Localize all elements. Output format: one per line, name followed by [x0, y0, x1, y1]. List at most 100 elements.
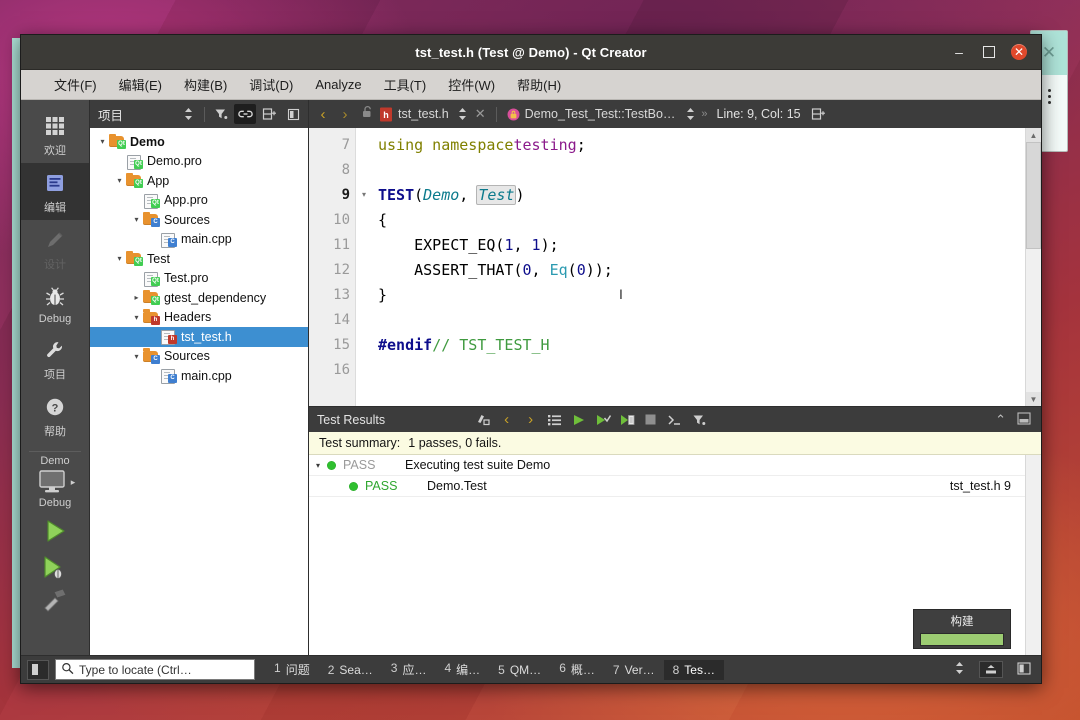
- code-editor[interactable]: 7 8 9 10 11 12 13 14 15 16 ▾ using namespace test…: [309, 128, 1041, 406]
- tree-item-tst-test-h[interactable]: h tst_test.h: [90, 327, 308, 347]
- code-text[interactable]: using namespace testing; TEST(Demo, Test…: [372, 128, 1025, 406]
- search-input[interactable]: Type to locate (Ctrl…: [55, 659, 255, 680]
- editor-filename[interactable]: tst_test.h: [398, 107, 449, 121]
- scroll-up-arrow[interactable]: ▲: [1026, 128, 1041, 142]
- tree-item-main-cpp[interactable]: Cmain.cpp: [90, 230, 308, 250]
- tree-expander-icon[interactable]: ▾: [130, 215, 143, 224]
- mode-help[interactable]: ? 帮助: [21, 387, 89, 444]
- run-selected-icon[interactable]: [593, 411, 612, 429]
- output-pane-tab-7[interactable]: 7 Ver…: [604, 660, 664, 680]
- output-pane-toggle-icon[interactable]: [1017, 661, 1031, 678]
- tree-item-app[interactable]: ▾ Qt App: [90, 171, 308, 191]
- code-line[interactable]: [372, 357, 1025, 382]
- mode-debug[interactable]: Debug: [21, 277, 89, 330]
- close-document-button[interactable]: ✕: [470, 106, 491, 122]
- close-button[interactable]: ✕: [1011, 44, 1027, 60]
- pane-selector-spinner-icon[interactable]: [177, 104, 199, 124]
- maximize-panel-button[interactable]: [1017, 411, 1031, 428]
- unlock-icon[interactable]: [357, 105, 377, 123]
- filter-icon[interactable]: [210, 104, 232, 124]
- tree-item-headers[interactable]: ▾ h Headers: [90, 308, 308, 328]
- mode-edit[interactable]: 编辑: [21, 163, 89, 220]
- menu-window[interactable]: 控件(W): [437, 71, 506, 98]
- tree-item-main-cpp[interactable]: Cmain.cpp: [90, 366, 308, 386]
- sidebar-split-icon[interactable]: [282, 104, 304, 124]
- code-line[interactable]: }: [372, 282, 1025, 307]
- run-button[interactable]: [21, 516, 89, 546]
- collapse-panel-button[interactable]: ⌃: [995, 412, 1006, 428]
- stop-tests-icon[interactable]: [641, 411, 660, 429]
- menu-edit[interactable]: 编辑(E): [108, 71, 173, 98]
- menu-debug[interactable]: 调试(D): [238, 71, 304, 98]
- code-line[interactable]: ASSERT_THAT(0, Eq(0));: [372, 257, 1025, 282]
- code-line[interactable]: using namespace testing;: [372, 132, 1025, 157]
- code-line[interactable]: {: [372, 207, 1025, 232]
- run-all-tests-icon[interactable]: [569, 411, 588, 429]
- previous-result-icon[interactable]: ‹: [497, 411, 516, 429]
- build-button[interactable]: [21, 586, 89, 614]
- kit-selector[interactable]: Demo ▸ Debug: [35, 455, 75, 509]
- code-line[interactable]: EXPECT_EQ(1, 1);: [372, 232, 1025, 257]
- output-pane-tab-3[interactable]: 3 应…: [382, 658, 436, 681]
- run-file-tests-icon[interactable]: [617, 411, 636, 429]
- output-pane-tab-8[interactable]: 8 Tes…: [663, 659, 724, 680]
- minimize-button[interactable]: –: [951, 44, 967, 60]
- project-tree[interactable]: ▾ Qt Demo Qt Demo.pro ▾ Qt App Qt App.pro ▾ C Source…: [90, 128, 308, 655]
- split-editor-icon[interactable]: [807, 104, 829, 124]
- menu-file[interactable]: 文件(F): [43, 71, 108, 98]
- tree-item-app-pro[interactable]: Qt App.pro: [90, 191, 308, 211]
- test-result-row[interactable]: PASS Demo.Test tst_test.h 9: [309, 476, 1025, 497]
- scroll-down-arrow[interactable]: ▼: [1026, 392, 1041, 406]
- tree-item-test[interactable]: ▾ Qt Test: [90, 249, 308, 269]
- link-icon[interactable]: [234, 104, 256, 124]
- results-scrollbar[interactable]: [1025, 455, 1041, 655]
- navigate-back-button[interactable]: ‹: [313, 106, 333, 123]
- output-pane-tab-1[interactable]: 1 问题: [265, 658, 319, 681]
- output-pane-spinner-icon[interactable]: [954, 661, 965, 678]
- tree-item-demo[interactable]: ▾ Qt Demo: [90, 132, 308, 152]
- tree-expander-icon[interactable]: ▾: [113, 254, 126, 263]
- code-line[interactable]: [372, 157, 1025, 182]
- tree-item-gtest-dependency[interactable]: ▸ Qt gtest_dependency: [90, 288, 308, 308]
- tree-expander-icon[interactable]: ▾: [96, 137, 109, 146]
- collapse-all-icon[interactable]: [258, 104, 280, 124]
- code-line[interactable]: TEST(Demo, Test): [372, 182, 1025, 207]
- mode-projects[interactable]: 项目: [21, 330, 89, 387]
- mode-welcome[interactable]: 欢迎: [21, 106, 89, 163]
- code-line[interactable]: #endif // TST_TEST_H: [372, 332, 1025, 357]
- progress-details-icon[interactable]: [979, 661, 1003, 678]
- tree-item-demo-pro[interactable]: Qt Demo.pro: [90, 152, 308, 172]
- menu-build[interactable]: 构建(B): [173, 71, 238, 98]
- debug-button[interactable]: [21, 553, 89, 583]
- fold-toggle-icon[interactable]: ▾: [356, 182, 372, 207]
- symbol-selector[interactable]: Demo_Test_Test::TestBo…: [506, 107, 697, 122]
- toolbar-overflow-icon[interactable]: »: [701, 108, 707, 120]
- filter-results-icon[interactable]: [689, 411, 708, 429]
- tree-expander-icon[interactable]: ▾: [130, 313, 143, 322]
- test-result-row[interactable]: ▾ PASS Executing test suite Demo: [309, 455, 1025, 476]
- menu-help[interactable]: 帮助(H): [506, 71, 572, 98]
- menu-tools[interactable]: 工具(T): [373, 71, 438, 98]
- editor-scrollbar[interactable]: ▲ ▼: [1025, 128, 1041, 406]
- output-pane-tab-6[interactable]: 6 概…: [550, 658, 604, 681]
- tree-item-sources[interactable]: ▾ C Sources: [90, 210, 308, 230]
- output-pane-tab-2[interactable]: 2 Sea…: [319, 660, 382, 680]
- scroll-thumb[interactable]: [1026, 142, 1041, 249]
- navigate-forward-button[interactable]: ›: [335, 106, 355, 123]
- next-result-icon[interactable]: ›: [521, 411, 540, 429]
- expand-list-icon[interactable]: [545, 411, 564, 429]
- tree-expander-icon[interactable]: ▸: [130, 293, 143, 302]
- symbol-spinner-icon[interactable]: [685, 107, 696, 121]
- code-line[interactable]: [372, 307, 1025, 332]
- output-pane-tab-5[interactable]: 5 QM…: [489, 660, 550, 680]
- run-selected-tests-icon[interactable]: [473, 411, 492, 429]
- editor-file-spinner-icon[interactable]: [457, 107, 468, 121]
- tree-item-sources[interactable]: ▾ C Sources: [90, 347, 308, 367]
- maximize-button[interactable]: [981, 44, 997, 60]
- output-console-icon[interactable]: [665, 411, 684, 429]
- tree-item-test-pro[interactable]: Qt Test.pro: [90, 269, 308, 289]
- result-expander-icon[interactable]: ▾: [309, 461, 327, 470]
- tree-expander-icon[interactable]: ▾: [113, 176, 126, 185]
- fold-margin[interactable]: ▾: [356, 128, 372, 406]
- output-pane-tab-4[interactable]: 4 编…: [435, 658, 489, 681]
